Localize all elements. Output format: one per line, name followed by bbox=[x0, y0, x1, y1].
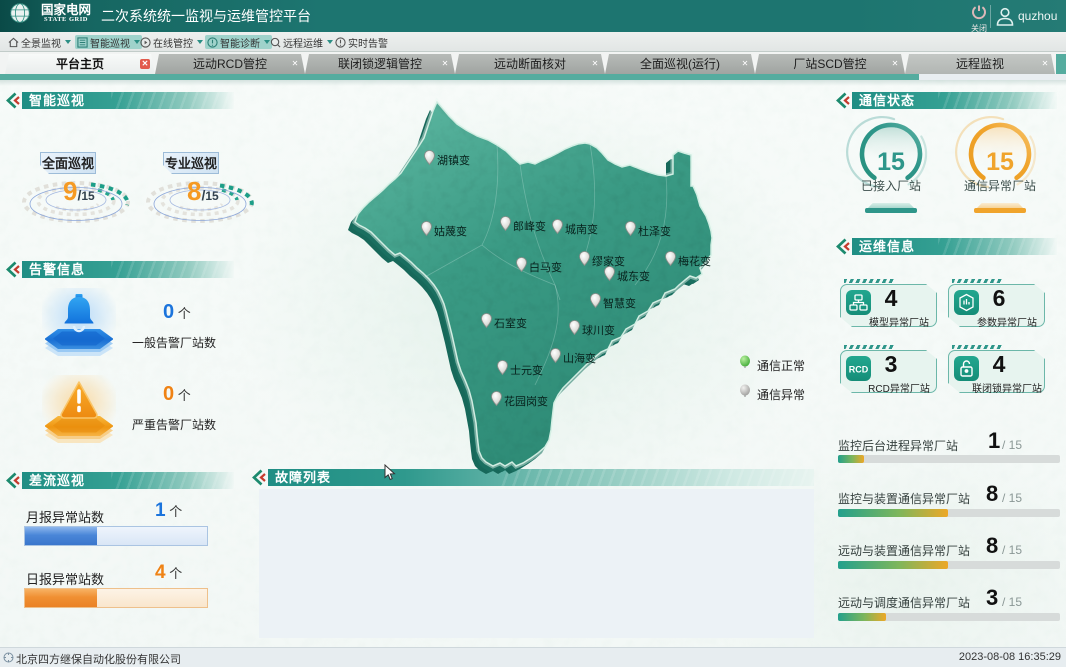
svg-text:RCD: RCD bbox=[849, 365, 869, 375]
